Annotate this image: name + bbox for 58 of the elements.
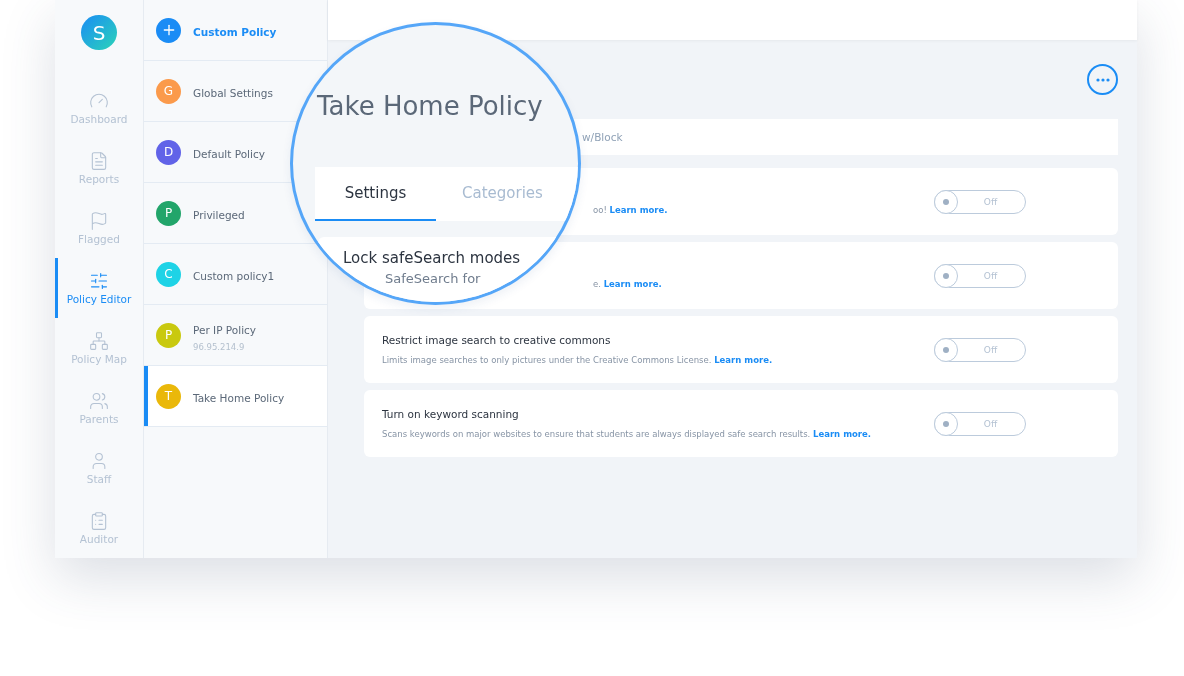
hierarchy-icon bbox=[89, 331, 109, 352]
policy-name: Custom Policy bbox=[193, 25, 277, 38]
policy-item[interactable]: P Privileged bbox=[144, 183, 249, 243]
nav-item[interactable]: Parents bbox=[55, 378, 143, 439]
learn-more-link[interactable]: Learn more. bbox=[813, 429, 872, 439]
setting-title: Turn on keyword scanning bbox=[382, 408, 520, 420]
policy-avatar: D bbox=[156, 139, 181, 165]
policy-avatar: T bbox=[156, 383, 181, 409]
nav-item[interactable]: Flagged bbox=[55, 198, 143, 259]
policy-item[interactable]: G Global Settings bbox=[144, 61, 277, 121]
policy-name: Privileged bbox=[193, 208, 245, 221]
policy-name: Global Settings bbox=[193, 86, 273, 99]
policy-avatar: P bbox=[156, 322, 181, 348]
more-button[interactable] bbox=[1087, 64, 1118, 95]
setting-title: Lock safeSearch modes bbox=[343, 249, 521, 267]
nav-item[interactable]: Auditor bbox=[55, 498, 143, 558]
policy-item[interactable]: C Custom policy1 bbox=[144, 244, 279, 304]
user-avatar[interactable]: S bbox=[81, 15, 117, 51]
policy-name: Take Home Policy bbox=[193, 391, 285, 404]
setting-description: Scans keywords on major websites to ensure that students are always displayed safe search results. Learn more. bbox=[382, 429, 873, 439]
nav-item[interactable]: Policy Map bbox=[55, 318, 143, 379]
learn-more-link[interactable]: Learn more. bbox=[714, 355, 773, 365]
nav-item[interactable]: Dashboard bbox=[55, 78, 143, 139]
policy-name: Per IP Policy bbox=[193, 323, 257, 336]
setting-description: oo! Learn more. bbox=[593, 204, 669, 215]
nav-item[interactable]: Staff bbox=[55, 438, 143, 499]
toggle-switch[interactable]: Off bbox=[934, 263, 1026, 288]
document-icon bbox=[89, 151, 109, 172]
policy-name: Custom policy1 bbox=[193, 269, 275, 282]
policy-avatar: G bbox=[156, 78, 181, 104]
policy-avatar: C bbox=[156, 261, 181, 287]
clipboard-icon bbox=[89, 511, 109, 531]
learn-more-link[interactable]: Learn more. bbox=[603, 278, 662, 289]
toggle-switch[interactable]: Off bbox=[934, 411, 1026, 436]
flag-icon bbox=[89, 211, 109, 232]
policy-item[interactable]: P Per IP Policy 96.95.214.9 bbox=[144, 305, 261, 365]
people-icon bbox=[89, 391, 109, 412]
tab[interactable]: Categories bbox=[462, 167, 543, 221]
setting-description: e. Learn more. bbox=[593, 278, 663, 289]
toggle-switch[interactable]: Off bbox=[934, 189, 1026, 214]
policy-item[interactable]: T Take Home Policy bbox=[144, 366, 327, 426]
policy-title: Take Home Policy bbox=[316, 91, 544, 123]
header-text: w/Block bbox=[582, 131, 623, 143]
setting-title: Restrict image search to creative commons bbox=[382, 334, 612, 346]
policy-item[interactable]: Custom Policy bbox=[144, 0, 281, 60]
plus-icon bbox=[156, 17, 181, 43]
setting-description: SafeSearch for bbox=[385, 271, 481, 286]
policy-ip: 96.95.214.9 bbox=[193, 341, 246, 352]
toggle-switch[interactable]: Off bbox=[934, 337, 1026, 362]
policy-avatar: P bbox=[156, 200, 181, 226]
sliders-icon bbox=[89, 271, 109, 292]
learn-more-link[interactable]: Learn more. bbox=[609, 204, 668, 215]
policy-name: Default Policy bbox=[193, 147, 265, 160]
setting-description: Limits image searches to only pictures under the Creative Commons License. Learn more. bbox=[382, 355, 774, 365]
policy-item[interactable]: D Default Policy bbox=[144, 122, 269, 182]
nav-item[interactable]: Reports bbox=[55, 138, 143, 199]
tab[interactable]: Settings bbox=[315, 167, 436, 221]
more-icon bbox=[1095, 77, 1110, 82]
